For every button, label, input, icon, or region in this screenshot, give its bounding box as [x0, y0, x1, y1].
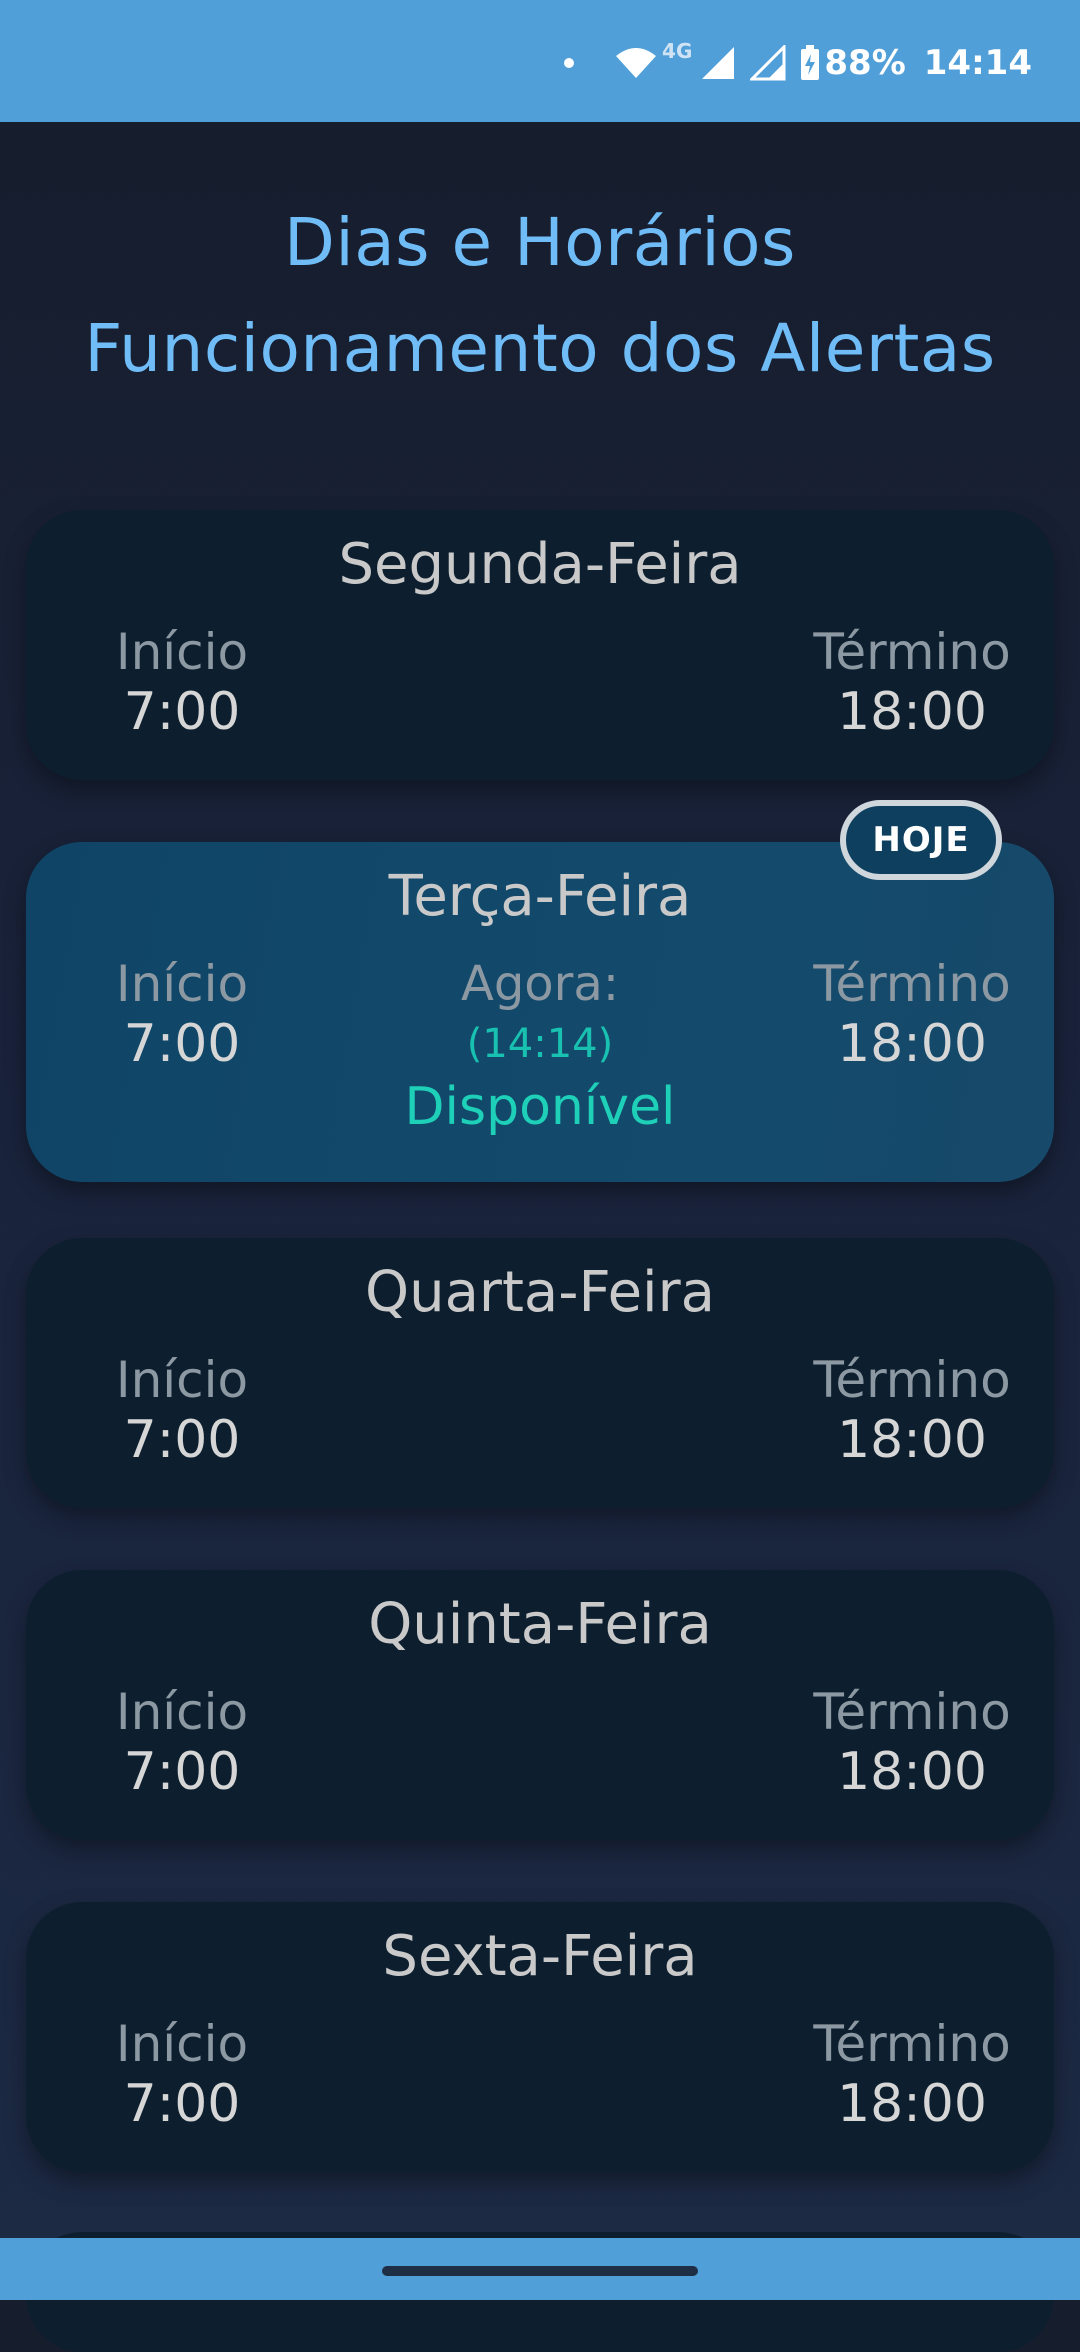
end-label: Término [813, 623, 1011, 681]
signal-icon [700, 45, 736, 81]
start-column: Início 7:00 [82, 2014, 282, 2134]
day-name: Quarta-Feira [365, 1260, 715, 1325]
start-label: Início [115, 955, 249, 1013]
day-name: Segunda-Feira [338, 532, 742, 597]
start-time: 7:00 [123, 682, 241, 742]
page-title-line-2: Funcionamento dos Alertas [84, 310, 996, 387]
start-time: 7:00 [123, 1410, 241, 1470]
battery-percentage: 88% [824, 43, 906, 83]
start-column: Início 7:00 [82, 1350, 282, 1470]
end-time: 18:00 [837, 1014, 987, 1074]
end-column: Término 18:00 [812, 954, 1012, 1074]
status-bar: 4G 88% 14:14 [0, 0, 1080, 122]
status-icons: 4G 88% 14:14 [564, 38, 1032, 88]
end-time: 18:00 [837, 1410, 987, 1470]
signal-secondary-icon [750, 45, 786, 81]
day-name: Terça-Feira [388, 864, 692, 929]
end-column: Término 18:00 [812, 1350, 1012, 1470]
navigation-bar [0, 2238, 1080, 2300]
page-title-line-1: Dias e Horários [284, 204, 796, 281]
page-title: Dias e Horários Funcionamento dos Alerta… [0, 190, 1080, 402]
start-label: Início [115, 1683, 249, 1741]
end-column: Término 18:00 [812, 622, 1012, 742]
end-label: Término [813, 955, 1011, 1013]
end-label: Término [813, 1683, 1011, 1741]
end-time: 18:00 [837, 682, 987, 742]
end-time: 18:00 [837, 1742, 987, 1802]
start-column: Início 7:00 [82, 954, 282, 1074]
notification-dot-icon [564, 58, 575, 68]
day-card-tuesday[interactable]: HOJE Terça-Feira Agora: (14:14) Disponív… [26, 800, 1054, 1182]
start-label: Início [115, 1351, 249, 1409]
end-column: Término 18:00 [812, 2014, 1012, 2134]
end-column: Término 18:00 [812, 1682, 1012, 1802]
availability-status: Disponível [404, 1077, 676, 1137]
day-card-monday[interactable]: Segunda-Feira Início 7:00 Término 18:00 [26, 510, 1054, 780]
end-label: Término [813, 1351, 1011, 1409]
day-name: Quinta-Feira [368, 1592, 712, 1657]
day-card-thursday[interactable]: Quinta-Feira Início 7:00 Término 18:00 [26, 1570, 1054, 1840]
start-time: 7:00 [123, 2074, 241, 2134]
day-card-wednesday[interactable]: Quarta-Feira Início 7:00 Término 18:00 [26, 1238, 1054, 1508]
start-column: Início 7:00 [82, 622, 282, 742]
wifi-icon [614, 46, 658, 80]
status-clock: 14:14 [923, 43, 1032, 83]
battery-charging-icon [800, 45, 820, 81]
start-label: Início [115, 623, 249, 681]
day-card-friday[interactable]: Sexta-Feira Início 7:00 Término 18:00 [26, 1902, 1054, 2172]
start-label: Início [115, 2015, 249, 2073]
end-time: 18:00 [837, 2074, 987, 2134]
network-type-label: 4G [662, 39, 693, 63]
start-time: 7:00 [123, 1742, 241, 1802]
end-label: Término [813, 2015, 1011, 2073]
gesture-handle[interactable] [382, 2266, 698, 2276]
day-name: Sexta-Feira [382, 1924, 698, 1989]
start-column: Início 7:00 [82, 1682, 282, 1802]
start-time: 7:00 [123, 1014, 241, 1074]
